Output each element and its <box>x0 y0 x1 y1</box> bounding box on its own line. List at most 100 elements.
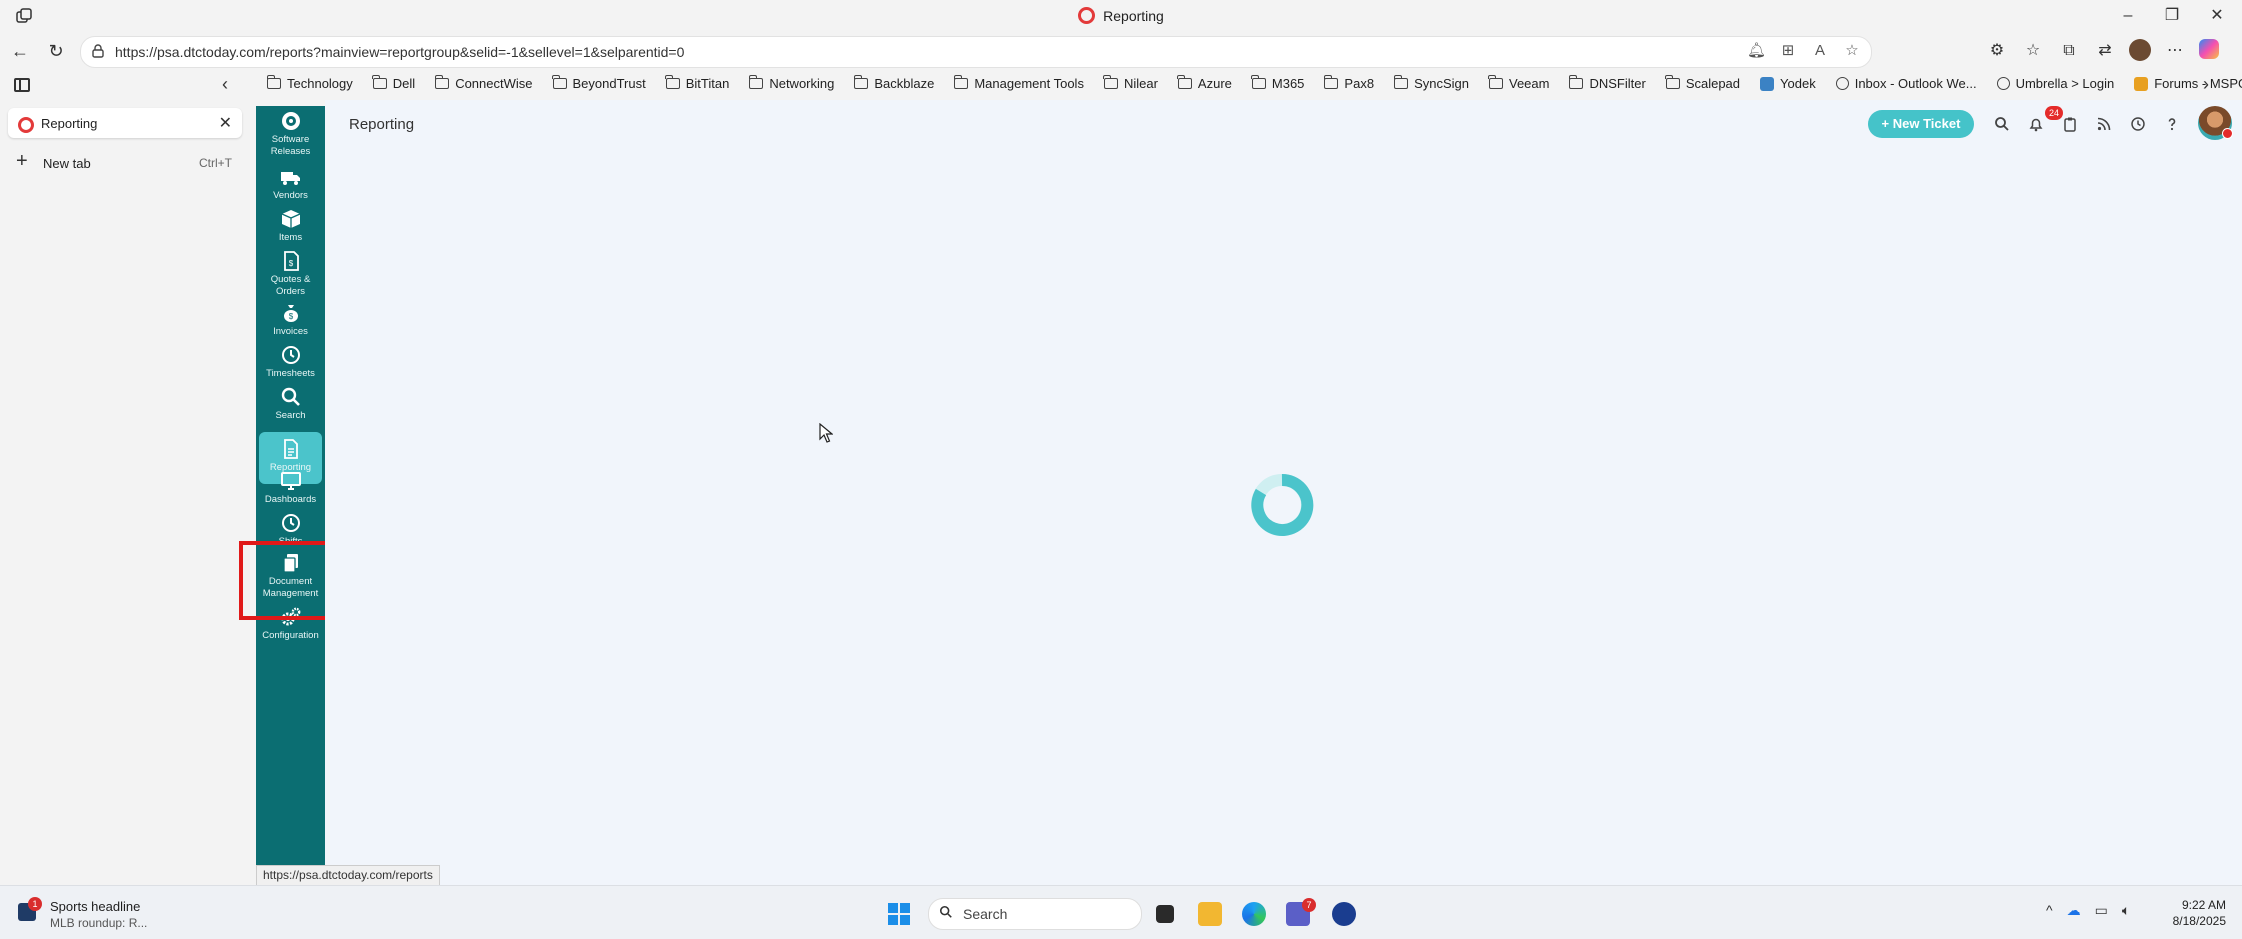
vertical-tabs-panel-icon[interactable] <box>14 78 30 92</box>
folder-icon <box>1103 75 1118 89</box>
sidebar-item-quotes-orders[interactable]: $ Quotes & Orders <box>256 250 325 298</box>
history-clock-icon[interactable] <box>2126 112 2150 136</box>
favorite-item[interactable]: Scalepad <box>1665 75 1740 91</box>
favorite-item[interactable]: Backblaze <box>853 75 934 91</box>
favorite-item[interactable]: Forums - MSPGeek <box>2134 76 2242 91</box>
notification-count-badge: 24 <box>2045 106 2063 120</box>
rss-feed-icon[interactable] <box>2092 112 2116 136</box>
sidebar-item-vendors[interactable]: Vendors <box>256 166 325 202</box>
browser-toolbar: ⚙ ☆ ⧉ ⇄ ⋯ <box>1985 39 2219 63</box>
minimize-button[interactable]: – <box>2113 4 2143 28</box>
favorite-label: Veeam <box>1508 76 1550 91</box>
read-aloud-icon[interactable]: A <box>1811 42 1829 60</box>
clock-date: 8/18/2025 <box>2172 914 2226 928</box>
favorite-label: Management Tools <box>974 76 1084 91</box>
favorite-item[interactable]: BeyondTrust <box>552 75 646 91</box>
sidebar-item-label: Items <box>278 232 303 243</box>
profile-avatar-icon[interactable] <box>2129 39 2151 61</box>
edge-browser-icon[interactable] <box>1242 902 1266 926</box>
favorites-bar: ‹ Technology Dell ConnectWise BeyondTrust Bi… <box>0 70 2242 100</box>
network-icon[interactable]: ▭ <box>2095 902 2108 919</box>
address-bar[interactable]: https://psa.dtctoday.com/reports?mainvie… <box>80 36 1872 68</box>
favorite-item[interactable]: Yodek <box>1760 76 1816 91</box>
news-subtitle: MLB roundup: R... <box>50 916 148 930</box>
favorite-item[interactable]: Networking <box>748 75 835 91</box>
user-avatar[interactable] <box>2198 106 2233 140</box>
truck-icon <box>280 172 300 185</box>
copilot-icon[interactable] <box>2199 39 2219 59</box>
extensions-icon[interactable]: ⚙ <box>1985 39 2009 63</box>
favorite-label: Networking <box>769 76 835 91</box>
favorite-item[interactable]: Technology <box>266 75 353 91</box>
favorite-label: BeyondTrust <box>572 76 646 91</box>
password-manager-icon[interactable] <box>1332 902 1356 926</box>
file-explorer-icon[interactable] <box>1198 902 1222 926</box>
favorite-item[interactable]: DNSFilter <box>1568 75 1646 91</box>
tab-reporting[interactable]: Reporting ✕ <box>8 108 242 138</box>
favorite-star-icon[interactable]: ☆ <box>1843 42 1861 60</box>
sidebar-item-timesheets[interactable]: Timesheets <box>256 344 325 380</box>
app-available-icon[interactable]: ⊞ <box>1779 42 1797 60</box>
sidebar-item-invoices[interactable]: $ Invoices <box>256 302 325 338</box>
favorite-item[interactable]: Pax8 <box>1323 75 1375 91</box>
folder-icon <box>266 75 281 89</box>
taskbar-search[interactable]: Search <box>928 898 1142 930</box>
mouse-cursor-icon <box>819 423 833 443</box>
collapse-tabs-pane-icon[interactable]: ‹ <box>222 74 228 95</box>
back-button[interactable]: ← <box>6 38 34 64</box>
sidebar-item-label: Configuration <box>262 630 319 641</box>
notifications-bell-icon[interactable] <box>2024 112 2048 136</box>
favorite-item[interactable]: Veeam <box>1488 75 1550 91</box>
favorite-item[interactable]: Nilear <box>1103 75 1158 91</box>
favorite-label: Technology <box>287 76 353 91</box>
show-hidden-icons-icon[interactable]: ^ <box>2046 902 2053 919</box>
favorite-label: Inbox - Outlook We... <box>1854 76 1977 91</box>
favorite-item[interactable]: SyncSign <box>1393 75 1469 91</box>
new-tab-button[interactable]: + New tab Ctrl+T <box>8 148 242 178</box>
new-tab-shortcut: Ctrl+T <box>199 156 232 170</box>
new-tab-label: New tab <box>43 156 91 171</box>
more-favorites-icon[interactable]: › <box>2203 74 2209 95</box>
more-options-icon[interactable]: ⋯ <box>2163 39 2187 63</box>
favorite-label: Pax8 <box>1344 76 1375 91</box>
sidebar-item-items[interactable]: Items <box>256 208 325 244</box>
favorite-item[interactable]: Azure <box>1177 75 1232 91</box>
search-icon[interactable] <box>1990 112 2014 136</box>
favorite-label: DNSFilter <box>1589 76 1646 91</box>
folder-icon <box>1488 75 1503 89</box>
help-icon[interactable] <box>2160 112 2184 136</box>
status-bar-url: https://psa.dtctoday.com/reports <box>256 865 440 886</box>
new-ticket-button[interactable]: + New Ticket <box>1868 110 1974 138</box>
refresh-button[interactable]: ↻ <box>42 38 70 64</box>
favorites-icon[interactable]: ☆ <box>2021 39 2045 63</box>
onedrive-icon[interactable]: ☁ <box>2067 902 2081 919</box>
close-window-button[interactable]: ✕ <box>2202 4 2232 28</box>
sidebar-item-dashboards[interactable]: Dashboards <box>256 470 325 506</box>
favorite-item[interactable]: M365 <box>1251 75 1304 91</box>
start-button[interactable] <box>888 903 910 925</box>
close-tab-icon[interactable]: ✕ <box>219 113 232 133</box>
favorite-item[interactable]: Inbox - Outlook We... <box>1835 76 1977 91</box>
favorite-item[interactable]: Dell <box>372 75 415 91</box>
address-row: ← ↻ https://psa.dtctoday.com/reports?mai… <box>0 32 2242 70</box>
favorite-item[interactable]: Umbrella > Login <box>1996 76 2114 91</box>
clock[interactable]: 9:22 AM 8/18/2025 <box>2170 897 2226 929</box>
favorite-item[interactable]: ConnectWise <box>434 75 533 91</box>
share-icon[interactable]: ⇄ <box>2093 39 2117 63</box>
favorite-item[interactable]: BitTitan <box>665 75 729 91</box>
volume-icon[interactable]: 🔈︎ <box>2122 902 2130 919</box>
restore-button[interactable]: ❐ <box>2157 4 2187 28</box>
sidebar-item-label: Dashboards <box>264 494 317 505</box>
sidebar-item-search[interactable]: Search <box>256 386 325 422</box>
sidebar-item-software-releases[interactable]: Software Releases <box>256 110 325 158</box>
task-view-icon[interactable] <box>1156 905 1174 923</box>
vertical-tabs-pane: Reporting ✕ + New tab Ctrl+T <box>0 100 250 885</box>
site-info-icon[interactable] <box>91 44 105 58</box>
url-text[interactable]: https://psa.dtctoday.com/reports?mainvie… <box>115 44 684 60</box>
collections-icon[interactable]: ⧉ <box>2057 39 2081 63</box>
notification-bell-icon[interactable]: 🔔︎ <box>1747 42 1766 60</box>
globe-icon <box>1835 77 1849 90</box>
favorite-item[interactable]: Management Tools <box>953 75 1084 91</box>
clock-icon <box>281 346 300 364</box>
folder-icon <box>1393 75 1409 89</box>
